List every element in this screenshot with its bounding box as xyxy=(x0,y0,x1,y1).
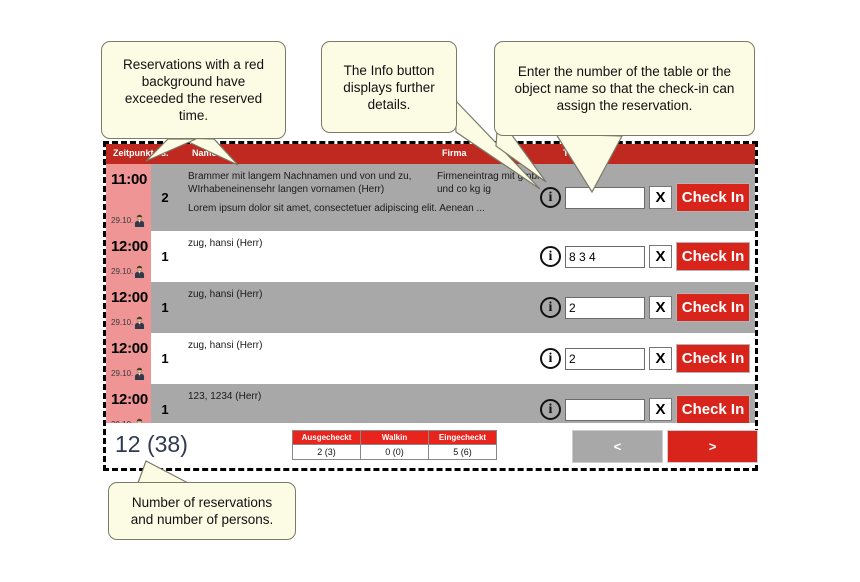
column-header-tables: Tische xyxy=(563,148,592,158)
table-row[interactable]: 12:00 29.10. 1 zug, hansi (Herr) i XCheck In xyxy=(106,231,755,282)
person-icon xyxy=(133,265,146,278)
reservation-time-cell: 12:00 29.10. xyxy=(106,333,151,384)
stats-header-walkin: Walkin xyxy=(360,430,429,445)
stats-table: Ausgecheckt Walkin Eingecheckt 2 (3) 0 (… xyxy=(292,430,497,460)
clear-icon[interactable]: X xyxy=(649,245,672,268)
info-icon[interactable]: i xyxy=(540,399,561,420)
info-icon[interactable]: i xyxy=(540,297,561,318)
clear-icon[interactable]: X xyxy=(649,347,672,370)
reservation-note: Lorem ipsum dolor sit amet, consectetuer… xyxy=(188,203,485,214)
table-number-input[interactable] xyxy=(565,296,645,319)
reservation-time-cell: 12:00 29.10. xyxy=(106,231,151,282)
row-actions: i XCheck In xyxy=(540,231,755,282)
reservation-date: 29.10. xyxy=(111,369,134,378)
person-icon xyxy=(133,316,146,329)
table-header-row: Zeitpunkt s. Name Firma Tische xyxy=(106,144,755,164)
stats-value-checkedout: 2 (3) xyxy=(292,444,361,460)
table-number-input[interactable] xyxy=(565,186,645,209)
column-header-company: Firma xyxy=(442,148,467,158)
person-count: 1 xyxy=(161,351,169,366)
info-icon[interactable]: i xyxy=(540,246,561,267)
column-header-name: Name xyxy=(192,148,217,158)
stats-value-checkedin: 5 (6) xyxy=(428,444,497,460)
reservation-time: 12:00 xyxy=(111,238,148,255)
row-actions: i XCheck In xyxy=(540,282,755,333)
table-number-input[interactable] xyxy=(565,398,645,421)
column-header-persons: s. xyxy=(161,148,169,158)
row-actions: i XCheck In xyxy=(540,333,755,384)
stats-value-row: 2 (3) 0 (0) 5 (6) xyxy=(292,444,497,460)
person-count: 1 xyxy=(161,249,169,264)
reservation-date: 29.10. xyxy=(111,216,134,225)
info-icon[interactable]: i xyxy=(540,187,561,208)
guest-name: zug, hansi (Herr) xyxy=(188,289,263,300)
reservation-time-cell: 12:00 29.10. xyxy=(106,282,151,333)
reservation-details: zug, hansi (Herr) xyxy=(179,333,540,384)
check-in-button[interactable]: Check In xyxy=(676,344,750,373)
clear-icon[interactable]: X xyxy=(649,186,672,209)
person-count: 1 xyxy=(161,300,169,315)
reservation-time: 12:00 xyxy=(111,289,148,306)
next-page-button[interactable]: > xyxy=(667,430,758,463)
reservation-list-panel: Zeitpunkt s. Name Firma Tische 11:00 29.1… xyxy=(103,141,758,471)
callout-table-input: Enter the number of the table or the obj… xyxy=(494,41,755,136)
check-in-button[interactable]: Check In xyxy=(676,242,750,271)
footer-bar: 12 (38) Ausgecheckt Walkin Eingecheckt 2… xyxy=(106,423,758,468)
reservation-count-label: 12 (38) xyxy=(115,431,188,457)
clear-icon[interactable]: X xyxy=(649,398,672,421)
stats-value-walkin: 0 (0) xyxy=(360,444,429,460)
table-number-input[interactable] xyxy=(565,245,645,268)
stats-header-checkedin: Eingecheckt xyxy=(428,430,497,445)
reservation-date: 29.10. xyxy=(111,267,134,276)
reservation-details: zug, hansi (Herr) xyxy=(179,282,540,333)
person-count: 2 xyxy=(161,190,169,205)
table-number-input[interactable] xyxy=(565,347,645,370)
company-name: Firmeneintrag mit gmbh und co kg ig xyxy=(437,171,540,195)
table-row[interactable]: 11:00 29.10. 2 Brammer mit langem Nachnamen… xyxy=(106,164,755,231)
person-icon xyxy=(133,214,146,227)
previous-page-button[interactable]: < xyxy=(572,430,663,463)
row-actions: i XCheck In xyxy=(540,164,755,231)
reservation-time: 12:00 xyxy=(111,340,148,357)
info-icon[interactable]: i xyxy=(540,348,561,369)
column-header-time: Zeitpunkt xyxy=(113,148,154,158)
reservation-details: Brammer mit langem Nachnamen und von und… xyxy=(179,164,540,231)
guest-name: Brammer mit langem Nachnamen und von und… xyxy=(188,171,412,195)
reservation-time-cell: 11:00 29.10. xyxy=(106,164,151,231)
callout-red-background: Reservations with a red background have … xyxy=(101,41,286,139)
guest-name: 123, 1234 (Herr) xyxy=(188,391,262,402)
stats-header-row: Ausgecheckt Walkin Eingecheckt xyxy=(292,430,497,445)
guest-name: zug, hansi (Herr) xyxy=(188,340,263,351)
guest-name: zug, hansi (Herr) xyxy=(188,238,263,249)
check-in-button[interactable]: Check In xyxy=(676,183,750,212)
reservation-date: 29.10. xyxy=(111,318,134,327)
clear-icon[interactable]: X xyxy=(649,296,672,319)
stats-header-checkedout: Ausgecheckt xyxy=(292,430,361,445)
check-in-button[interactable]: Check In xyxy=(676,395,750,424)
table-row[interactable]: 12:00 29.10. 1 zug, hansi (Herr) i XCheck In xyxy=(106,333,755,384)
reservation-time: 11:00 xyxy=(111,171,148,188)
check-in-button[interactable]: Check In xyxy=(676,293,750,322)
table-row[interactable]: 12:00 29.10. 1 zug, hansi (Herr) i XCheck In xyxy=(106,282,755,333)
reservation-details: zug, hansi (Herr) xyxy=(179,231,540,282)
reservation-time: 12:00 xyxy=(111,391,148,408)
callout-info-button: The Info button displays further details… xyxy=(321,41,457,133)
person-icon xyxy=(133,367,146,380)
callout-reservation-count: Number of reservations and number of per… xyxy=(108,482,296,540)
